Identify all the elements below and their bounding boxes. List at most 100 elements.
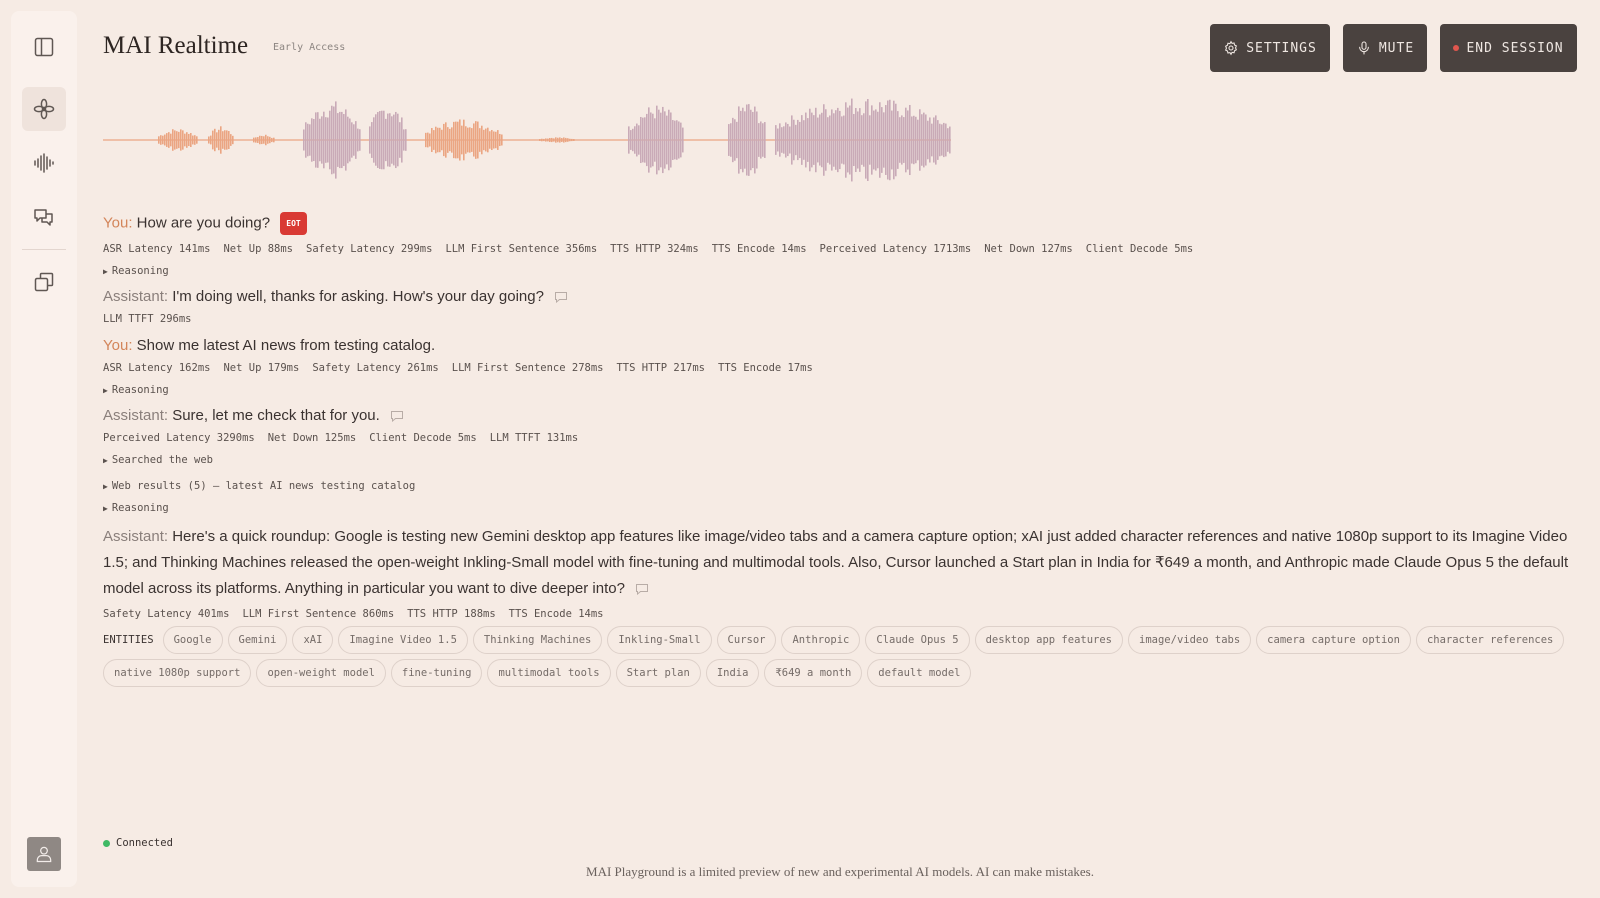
entity-chip[interactable]: Claude Opus 5 (865, 626, 970, 654)
turn-assistant-2: Assistant: Sure, let me check that for y… (103, 406, 1583, 426)
waveform-bar-user (182, 130, 184, 150)
waveform-bar-user (176, 131, 178, 149)
waveform-bar-user (259, 135, 261, 145)
entity-chip[interactable]: Cursor (716, 626, 777, 654)
waveform-bar-assistant (799, 121, 801, 159)
entity-chip[interactable]: Google (162, 626, 223, 654)
waveform-bar-user (573, 139, 575, 141)
waveform-bar-assistant (650, 112, 652, 168)
waveform-bar-user (429, 133, 431, 147)
settings-label: SETTINGS (1246, 40, 1317, 56)
entity-chip[interactable]: desktop app features (974, 626, 1124, 654)
speech-bubble-icon[interactable] (635, 583, 649, 595)
metric: Safety Latency 261ms (312, 362, 439, 374)
waveform-bar-assistant (730, 123, 732, 157)
reasoning-toggle[interactable]: ▶ Reasoning (103, 384, 1583, 398)
waveform-bar-assistant (351, 122, 353, 158)
entity-chip[interactable]: open-weight model (256, 659, 386, 687)
entity-chip[interactable]: native 1080p support (103, 659, 252, 687)
metric: Net Up 88ms (223, 243, 294, 255)
waveform-bar-user (539, 139, 541, 141)
mute-button[interactable]: MUTE (1343, 24, 1427, 72)
waveform-bar-user (431, 128, 433, 152)
metric: Perceived Latency 3290ms (103, 432, 255, 444)
waveform-bar-user (261, 135, 263, 145)
waveform-bar-assistant (764, 122, 766, 158)
entity-chip[interactable]: Gemini (227, 626, 288, 654)
waveform-bar-assistant (889, 99, 891, 181)
waveform-bar-assistant (793, 119, 795, 161)
metric: LLM TTFT 131ms (489, 432, 579, 444)
entity-chip[interactable]: multimodal tools (487, 659, 611, 687)
waveform-bar-assistant (736, 121, 738, 159)
turn-assistant-1: Assistant: I'm doing well, thanks for as… (103, 287, 1583, 307)
entity-chip[interactable]: fine-tuning (390, 659, 483, 687)
metric: TTS HTTP 188ms (407, 608, 496, 620)
waveform-bar-assistant (738, 106, 740, 174)
metric: LLM First Sentence 860ms (242, 608, 395, 620)
entity-chip[interactable]: character references (1415, 626, 1565, 654)
waveform-bar-assistant (791, 115, 793, 165)
entity-chip[interactable]: Imagine Video 1.5 (338, 626, 468, 654)
waveform-bar-assistant (670, 112, 672, 168)
entity-chip[interactable]: xAI (292, 626, 334, 654)
waveform-bar-assistant (909, 104, 911, 176)
sidebar-item-copy[interactable] (22, 260, 66, 304)
sidebar-item-audio[interactable] (22, 141, 66, 185)
waveform-bar-assistant (827, 117, 829, 163)
metric: TTS HTTP 324ms (610, 243, 699, 255)
waveform-bar-assistant (333, 106, 335, 174)
waveform-bar-assistant (329, 110, 331, 170)
waveform-bar-assistant (401, 117, 403, 163)
reasoning-toggle[interactable]: ▶ Reasoning (103, 265, 1583, 279)
waveform-bar-assistant (905, 107, 907, 173)
waveform-bar-assistant (664, 111, 666, 169)
entity-chip[interactable]: ₹649 a month (764, 659, 863, 687)
waveform-bar-assistant (357, 128, 359, 152)
waveform-bar-assistant (343, 114, 345, 166)
speech-bubble-icon[interactable] (390, 410, 404, 422)
entity-chip[interactable]: Start plan (615, 659, 701, 687)
toggle-label: Reasoning (111, 502, 169, 514)
waveform-bar-assistant (349, 118, 351, 162)
entity-chip[interactable]: India (705, 659, 760, 687)
entity-chip[interactable]: image/video tabs (1128, 626, 1252, 654)
entity-chip[interactable]: Anthropic (781, 626, 861, 654)
waveform-bar-assistant (740, 110, 742, 170)
sidebar-toggle-button[interactable] (22, 25, 66, 69)
waveform-bar-user (263, 136, 265, 144)
waveform-bar-assistant (327, 117, 329, 163)
settings-button[interactable]: SETTINGS (1210, 24, 1330, 72)
sidebar-item-realtime[interactable] (22, 87, 66, 131)
copy-icon (34, 272, 54, 292)
reasoning-toggle[interactable]: ▶ Reasoning (103, 502, 1583, 516)
waveform-bar-user (230, 134, 232, 146)
entity-chip[interactable]: Thinking Machines (472, 626, 603, 654)
searched-web-toggle[interactable]: ▶ Searched the web (103, 454, 1583, 468)
sidebar-item-chat[interactable] (22, 195, 66, 239)
entity-chip[interactable]: Inkling-Small (607, 626, 712, 654)
waveform-bar-assistant (809, 108, 811, 172)
waveform-bar-user (255, 137, 257, 143)
waveform-bar-assistant (845, 102, 847, 178)
entity-chip[interactable]: default model (867, 659, 972, 687)
waveform-bar-user (269, 136, 271, 144)
waveform-bar-assistant (801, 115, 803, 165)
waveform-bar-assistant (668, 109, 670, 171)
waveform-bar-user (465, 126, 467, 154)
entity-chip[interactable]: camera capture option (1256, 626, 1411, 654)
web-results-toggle[interactable]: ▶ Web results (5) — latest AI news testin… (103, 480, 1583, 494)
end-session-button[interactable]: END SESSION (1440, 24, 1577, 72)
waveform-bar-user (469, 127, 471, 153)
waveform-bar-assistant (377, 112, 379, 168)
waveform-bar-assistant (389, 113, 391, 167)
speech-bubble-icon[interactable] (554, 291, 568, 303)
waveform-bar-assistant (859, 108, 861, 172)
waveform-bar-assistant (335, 101, 337, 179)
metric: ASR Latency 162ms (103, 362, 211, 374)
waveform-bar-assistant (869, 115, 871, 165)
waveform-bar-assistant (865, 101, 867, 179)
waveform-bar-assistant (680, 122, 682, 158)
waveform-bar-user (160, 135, 162, 145)
toggle-label: Reasoning (111, 265, 169, 277)
